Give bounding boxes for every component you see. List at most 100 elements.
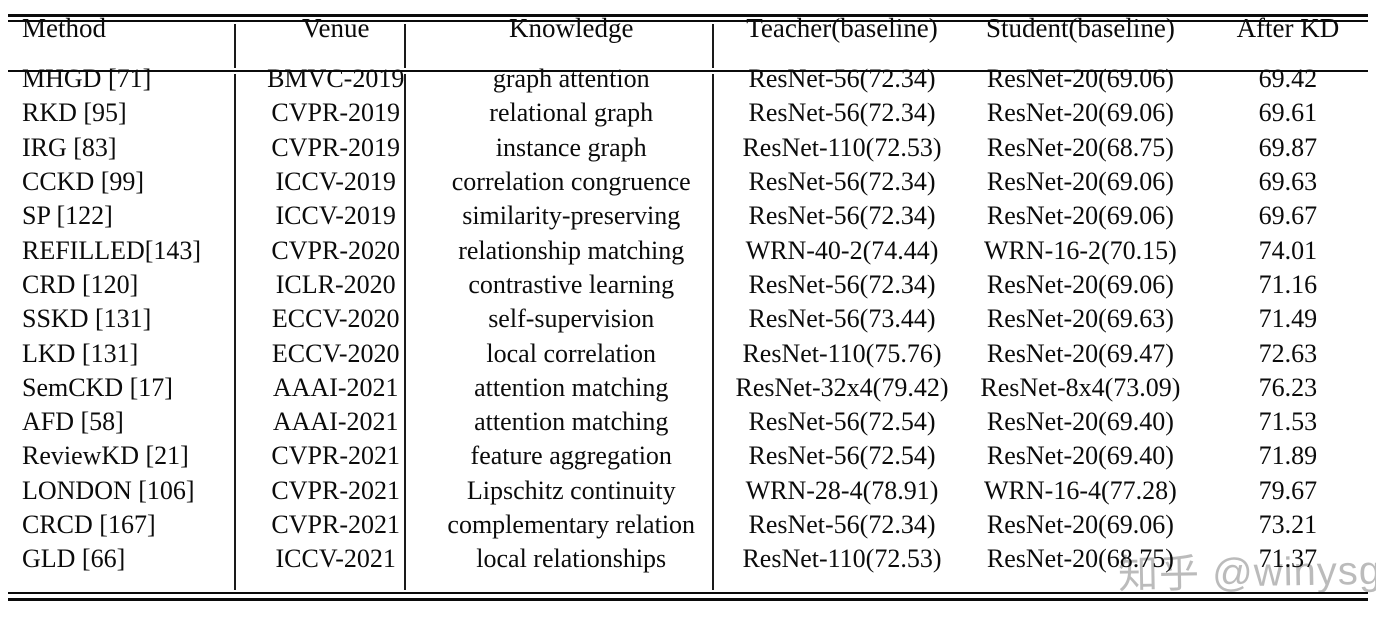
knowledge-distillation-results-table: Method Venue Knowledge Teacher(baseline)… [0, 0, 1376, 634]
table-row: CCKD [99] ICCV-2019 correlation congruen… [0, 165, 1376, 199]
cell-method: SP [122] [22, 201, 113, 231]
cell-after-kd: 72.63 [1258, 338, 1318, 368]
cell-knowledge: feature aggregation [470, 441, 672, 471]
cell-method: ReviewKD [21] [22, 441, 189, 471]
cell-student: ResNet-20(69.06) [986, 64, 1174, 94]
cell-student: ResNet-20(69.40) [986, 441, 1174, 471]
cell-student: ResNet-8x4(73.09) [980, 372, 1181, 402]
cell-teacher: ResNet-56(72.54) [748, 441, 936, 471]
table-row: AFD [58] AAAI-2021 attention matching Re… [0, 405, 1376, 439]
cell-knowledge: Lipschitz continuity [466, 475, 676, 505]
cell-student: WRN-16-4(77.28) [984, 475, 1177, 505]
table-body: MHGD [71] BMVC-2019 graph attention ResN… [0, 56, 1376, 576]
cell-venue: ECCV-2020 [271, 338, 400, 368]
table-row: LKD [131] ECCV-2020 local correlation Re… [0, 336, 1376, 370]
cell-knowledge: graph attention [492, 64, 650, 94]
cell-student: ResNet-20(68.75) [986, 544, 1174, 574]
cell-method: REFILLED[143] [22, 235, 202, 265]
cell-knowledge: local correlation [486, 338, 657, 368]
cell-teacher: ResNet-110(75.76) [742, 338, 942, 368]
cell-after-kd: 71.53 [1258, 407, 1318, 437]
table-row: IRG [83] CVPR-2019 instance graph ResNet… [0, 131, 1376, 165]
cell-teacher: WRN-40-2(74.44) [745, 235, 939, 265]
cell-teacher: ResNet-56(72.34) [748, 64, 936, 94]
cell-knowledge: contrastive learning [468, 269, 675, 299]
cell-method: CCKD [99] [22, 167, 145, 197]
cell-knowledge: instance graph [495, 132, 647, 162]
cell-student: ResNet-20(69.06) [986, 167, 1174, 197]
table-row: CRCD [167] CVPR-2021 complementary relat… [0, 508, 1376, 542]
cell-teacher: ResNet-56(73.44) [748, 304, 936, 334]
cell-venue: ICCV-2021 [275, 544, 396, 574]
cell-student: ResNet-20(69.06) [986, 98, 1174, 128]
cell-after-kd: 76.23 [1258, 372, 1318, 402]
cell-after-kd: 71.89 [1258, 441, 1318, 471]
cell-venue: AAAI-2021 [272, 407, 399, 437]
table-row: CRD [120] ICLR-2020 contrastive learning… [0, 268, 1376, 302]
table-row: REFILLED[143] CVPR-2020 relationship mat… [0, 233, 1376, 267]
cell-method: CRD [120] [22, 269, 139, 299]
table-header-row: Method Venue Knowledge Teacher(baseline)… [0, 0, 1376, 56]
table-header: Method Venue Knowledge Teacher(baseline)… [0, 0, 1376, 56]
cell-method: CRCD [167] [22, 510, 156, 539]
cell-venue: ICCV-2019 [275, 201, 396, 231]
cell-method: GLD [66] [22, 544, 126, 574]
cell-after-kd: 69.42 [1258, 64, 1318, 94]
column-header-student-baseline: Student(baseline) [985, 12, 1175, 43]
cell-method: SSKD [131] [22, 304, 152, 334]
cell-teacher: ResNet-56(72.34) [748, 510, 936, 539]
cell-after-kd: 69.67 [1258, 201, 1318, 231]
cell-after-kd: 69.61 [1258, 98, 1318, 128]
cell-student: WRN-16-2(70.15) [984, 235, 1177, 265]
cell-knowledge: attention matching [474, 407, 669, 437]
cell-teacher: ResNet-110(72.53) [742, 544, 942, 574]
column-header-venue: Venue [301, 12, 370, 43]
cell-method: LONDON [106] [22, 475, 195, 505]
cell-knowledge: complementary relation [447, 510, 696, 539]
cell-teacher: ResNet-56(72.34) [748, 201, 936, 231]
cell-venue: CVPR-2021 [271, 510, 400, 539]
cell-knowledge: relationship matching [458, 235, 685, 265]
table-row: LONDON [106] CVPR-2021 Lipschitz continu… [0, 474, 1376, 508]
table-row: SSKD [131] ECCV-2020 self-supervision Re… [0, 302, 1376, 336]
cell-after-kd: 69.63 [1258, 167, 1318, 197]
cell-teacher: ResNet-56(72.54) [748, 407, 936, 437]
cell-student: ResNet-20(69.06) [986, 510, 1174, 539]
cell-venue: CVPR-2019 [271, 98, 400, 128]
cell-after-kd: 74.01 [1258, 235, 1318, 265]
cell-after-kd: 71.16 [1258, 269, 1318, 299]
cell-knowledge: similarity-preserving [462, 201, 681, 231]
cell-venue: BMVC-2019 [267, 64, 405, 94]
cell-venue: CVPR-2021 [271, 441, 400, 471]
table-row: SemCKD [17] AAAI-2021 attention matching… [0, 371, 1376, 405]
cell-venue: ECCV-2020 [271, 304, 400, 334]
cell-knowledge: local relationships [476, 544, 667, 574]
cell-student: ResNet-20(69.47) [986, 338, 1174, 368]
cell-after-kd: 69.87 [1258, 132, 1318, 162]
column-header-method: Method [22, 12, 106, 43]
cell-venue: ICLR-2020 [275, 269, 396, 299]
cell-after-kd: 79.67 [1258, 475, 1318, 505]
cell-method: LKD [131] [22, 338, 139, 368]
table-bottom-rule [8, 592, 1368, 594]
cell-student: ResNet-20(69.40) [986, 407, 1174, 437]
cell-student: ResNet-20(69.63) [986, 304, 1174, 334]
cell-venue: CVPR-2021 [271, 475, 400, 505]
cell-knowledge: attention matching [474, 372, 669, 402]
cell-teacher: ResNet-56(72.34) [748, 98, 936, 128]
column-header-teacher-baseline: Teacher(baseline) [746, 12, 938, 43]
cell-student: ResNet-20(69.06) [986, 201, 1174, 231]
cell-teacher: WRN-28-4(78.91) [745, 475, 939, 505]
column-header-knowledge: Knowledge [509, 12, 634, 43]
cell-after-kd: 71.37 [1258, 544, 1318, 574]
cell-venue: AAAI-2021 [272, 372, 399, 402]
cell-knowledge: correlation congruence [451, 167, 691, 197]
table-row: ReviewKD [21] CVPR-2021 feature aggregat… [0, 439, 1376, 473]
cell-method: IRG [83] [22, 132, 117, 162]
cell-student: ResNet-20(68.75) [986, 132, 1174, 162]
cell-teacher: ResNet-110(72.53) [742, 132, 942, 162]
cell-after-kd: 73.21 [1258, 510, 1318, 539]
cell-knowledge: relational graph [489, 98, 654, 128]
cell-method: AFD [58] [22, 407, 124, 437]
cell-method: RKD [95] [22, 98, 127, 128]
